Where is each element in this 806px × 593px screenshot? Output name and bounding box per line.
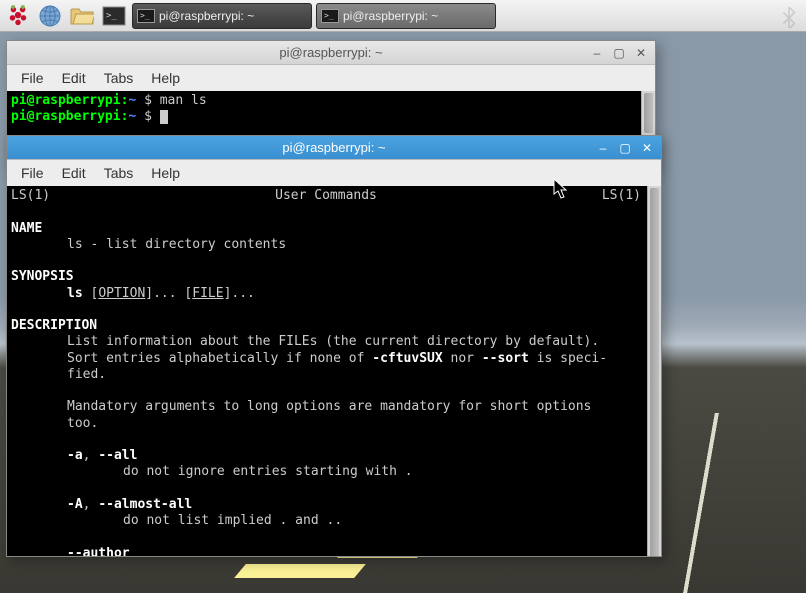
man-section-name: NAME <box>11 221 657 237</box>
svg-text:>_: >_ <box>106 11 117 21</box>
man-header-right: LS(1) <box>602 188 641 204</box>
window-title: pi@raspberrypi: ~ <box>7 140 661 155</box>
titlebar[interactable]: pi@raspberrypi: ~ – ▢ ✕ <box>7 41 655 65</box>
file-manager-icon[interactable] <box>68 2 96 30</box>
man-section-synopsis: SYNOPSIS <box>11 269 657 285</box>
man-name-desc: ls - list directory contents <box>11 237 657 253</box>
bluetooth-icon[interactable] <box>780 6 798 33</box>
terminal-launcher-icon[interactable]: >_ <box>100 2 128 30</box>
cursor-block <box>160 110 168 124</box>
command-text: man ls <box>160 93 207 108</box>
menu-file[interactable]: File <box>13 68 52 88</box>
taskbar: >_ pi@raspberrypi: ~ pi@raspberrypi: ~ <box>0 0 806 32</box>
taskbar-button-label: pi@raspberrypi: ~ <box>159 9 254 23</box>
menubar: File Edit Tabs Help <box>7 65 655 91</box>
titlebar[interactable]: pi@raspberrypi: ~ – ▢ ✕ <box>7 136 661 160</box>
taskbar-button-terminal-1[interactable]: pi@raspberrypi: ~ <box>132 3 312 29</box>
terminal-window-foreground[interactable]: pi@raspberrypi: ~ – ▢ ✕ File Edit Tabs H… <box>6 135 662 557</box>
web-browser-icon[interactable] <box>36 2 64 30</box>
taskbar-button-terminal-2[interactable]: pi@raspberrypi: ~ <box>316 3 496 29</box>
maximize-button[interactable]: ▢ <box>615 140 635 156</box>
menubar: File Edit Tabs Help <box>7 160 661 186</box>
taskbar-button-label: pi@raspberrypi: ~ <box>343 9 438 23</box>
menu-help[interactable]: Help <box>143 68 188 88</box>
start-menu-icon[interactable] <box>4 2 32 30</box>
minimize-button[interactable]: – <box>593 140 613 156</box>
menu-edit[interactable]: Edit <box>54 68 94 88</box>
window-title: pi@raspberrypi: ~ <box>7 45 655 60</box>
scrollbar[interactable] <box>647 186 661 556</box>
man-desc-line: List information about the FILEs (the cu… <box>11 334 657 350</box>
man-desc-line: Mandatory arguments to long options are … <box>11 399 657 415</box>
man-page-content[interactable]: LS(1) User Commands LS(1) NAME ls - list… <box>7 186 661 556</box>
prompt-user: pi@raspberrypi <box>11 109 121 124</box>
maximize-button[interactable]: ▢ <box>609 45 629 61</box>
close-button[interactable]: ✕ <box>637 140 657 156</box>
menu-help[interactable]: Help <box>143 163 188 183</box>
menu-edit[interactable]: Edit <box>54 163 94 183</box>
man-section-description: DESCRIPTION <box>11 318 657 334</box>
man-header-left: LS(1) <box>11 188 50 204</box>
minimize-button[interactable]: – <box>587 45 607 61</box>
man-header-center: User Commands <box>275 188 377 204</box>
prompt-user: pi@raspberrypi <box>11 93 121 108</box>
menu-tabs[interactable]: Tabs <box>96 163 142 183</box>
menu-tabs[interactable]: Tabs <box>96 68 142 88</box>
close-button[interactable]: ✕ <box>631 45 651 61</box>
menu-file[interactable]: File <box>13 163 52 183</box>
